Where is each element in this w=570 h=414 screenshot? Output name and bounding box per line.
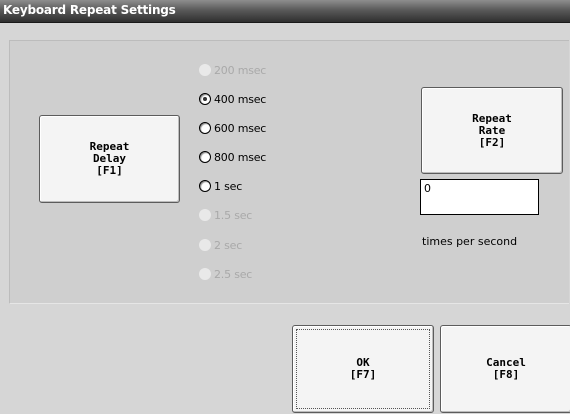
radio-label: 1.5 sec — [214, 208, 253, 222]
radio-label: 600 msec — [214, 121, 267, 135]
radio-checked-icon — [199, 93, 211, 105]
radio-circle-icon — [199, 180, 211, 192]
radio-2-sec: 2 sec — [199, 237, 242, 253]
repeat-delay-button[interactable]: Repeat Delay [F1] — [39, 115, 180, 203]
radio-circle-icon — [199, 122, 211, 134]
radio-600-msec[interactable]: 600 msec — [199, 120, 266, 136]
radio-circle-icon — [199, 268, 211, 280]
repeat-rate-input[interactable]: 0 — [420, 179, 539, 215]
repeat-rate-button-line-2: Rate — [478, 123, 506, 137]
keyboard-repeat-settings-window: Keyboard Repeat Settings Repeat Delay [F… — [0, 0, 570, 414]
radio-label: 400 msec — [214, 92, 267, 106]
radio-circle-icon — [199, 209, 211, 221]
cancel-button[interactable]: Cancel [F8] — [440, 325, 570, 413]
radio-800-msec[interactable]: 800 msec — [199, 149, 266, 165]
radio-1-sec[interactable]: 1 sec — [199, 178, 242, 194]
repeat-rate-button[interactable]: Repeat Rate [F2] — [421, 87, 563, 174]
ok-button-line-2: [F7] — [349, 368, 377, 381]
radio-label: 200 msec — [214, 63, 267, 77]
radio-circle-icon — [199, 64, 211, 76]
radio-label: 2.5 sec — [214, 267, 253, 281]
radio-400-msec[interactable]: 400 msec — [199, 91, 266, 107]
radio-label: 2 sec — [214, 238, 243, 252]
repeat-rate-unit-label: times per second — [422, 235, 518, 248]
radio-2-5-sec: 2.5 sec — [199, 266, 252, 282]
ok-button-line-1: OK — [356, 356, 370, 369]
repeat-delay-button-line-3: [F1] — [96, 164, 123, 177]
ok-button[interactable]: OK [F7] — [292, 325, 434, 413]
radio-label: 1 sec — [214, 179, 243, 193]
title-bar: Keyboard Repeat Settings — [0, 0, 570, 23]
radio-label: 800 msec — [214, 150, 267, 164]
repeat-rate-button-line-1: Repeat — [472, 111, 512, 125]
window-title: Keyboard Repeat Settings — [3, 3, 176, 17]
radio-200-msec: 200 msec — [199, 62, 266, 78]
radio-circle-icon — [199, 151, 211, 163]
radio-1-5-sec: 1.5 sec — [199, 207, 252, 223]
cancel-button-line-2: [F8] — [492, 368, 520, 381]
radio-circle-icon — [199, 239, 211, 251]
repeat-rate-button-line-3: [F2] — [478, 135, 506, 149]
